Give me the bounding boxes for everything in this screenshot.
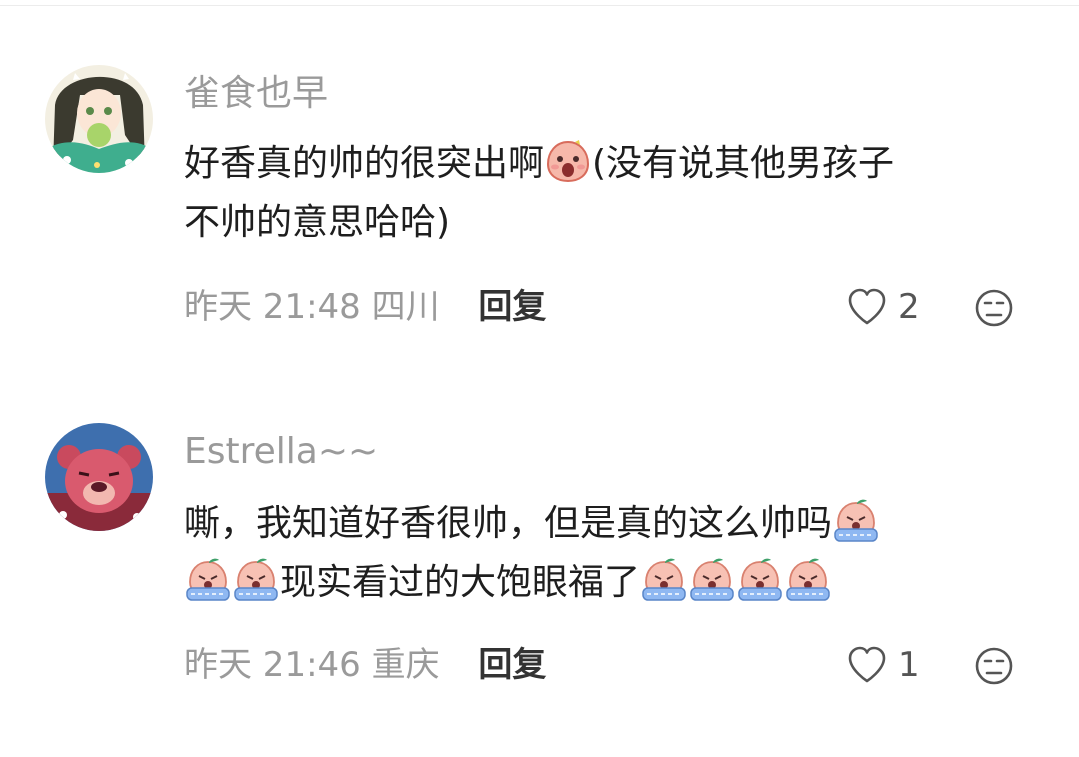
dislike-face-icon[interactable] — [974, 288, 1014, 328]
comment-line: 嘶，我知道好香很帅，但是真的这么帅吗 — [184, 494, 1024, 553]
timestamp: 昨天 21:48 — [184, 287, 361, 327]
username[interactable]: 雀食也早 — [184, 72, 328, 116]
timestamp: 昨天 21:46 — [184, 645, 361, 685]
location: 四川 — [371, 287, 440, 327]
like-button[interactable]: 2 — [846, 285, 920, 329]
shouting-emoji-icon — [545, 139, 591, 183]
location: 重庆 — [371, 645, 440, 685]
crying-emoji-icon — [185, 558, 231, 602]
strawberry-bear-avatar[interactable] — [45, 423, 153, 531]
heart-icon — [848, 646, 886, 683]
username[interactable]: Estrella~~ — [184, 430, 378, 474]
comment-text-segment: (没有说其他男孩子 — [592, 143, 895, 184]
top-divider — [0, 5, 1079, 6]
comment-line: 不帅的意思哈哈) — [184, 202, 451, 243]
like-button[interactable]: 1 — [846, 643, 920, 687]
comment-line: 好香真的帅的很突出啊 (没有说其他男孩子 — [184, 134, 1024, 193]
heart-icon — [848, 288, 886, 325]
crying-emoji-icon — [641, 558, 687, 602]
crying-emoji-icon — [737, 558, 783, 602]
comment-text: 好香真的帅的很突出啊 (没有说其他男孩子 不帅的意思哈哈) — [184, 134, 1024, 252]
crying-emoji-icon — [689, 558, 735, 602]
crying-emoji-icon — [233, 558, 279, 602]
crying-emoji-icon — [833, 499, 879, 543]
comment-text: 嘶，我知道好香很帅，但是真的这么帅吗 现实看过的大饱眼福了 — [184, 494, 1024, 612]
reply-button[interactable]: 回复 — [478, 287, 546, 327]
dislike-face-icon[interactable] — [974, 646, 1014, 686]
comment-text-segment: 好香真的帅的很突出啊 — [184, 143, 545, 184]
crying-emoji-icon — [785, 558, 831, 602]
reply-button[interactable]: 回复 — [478, 645, 546, 685]
like-count: 2 — [898, 287, 920, 327]
anime-girl-avatar[interactable] — [45, 65, 153, 173]
avatar-image — [45, 65, 153, 173]
comment-text-segment: 现实看过的大饱眼福了 — [280, 562, 641, 603]
comment-meta: 昨天 21:46 重庆 回复 — [184, 643, 546, 687]
comment-meta: 昨天 21:48 四川 回复 — [184, 285, 546, 329]
comment-line: 现实看过的大饱眼福了 — [184, 553, 1024, 612]
avatar-image — [45, 423, 153, 531]
comment-text-segment: 嘶，我知道好香很帅，但是真的这么帅吗 — [184, 503, 833, 544]
like-count: 1 — [898, 645, 920, 685]
